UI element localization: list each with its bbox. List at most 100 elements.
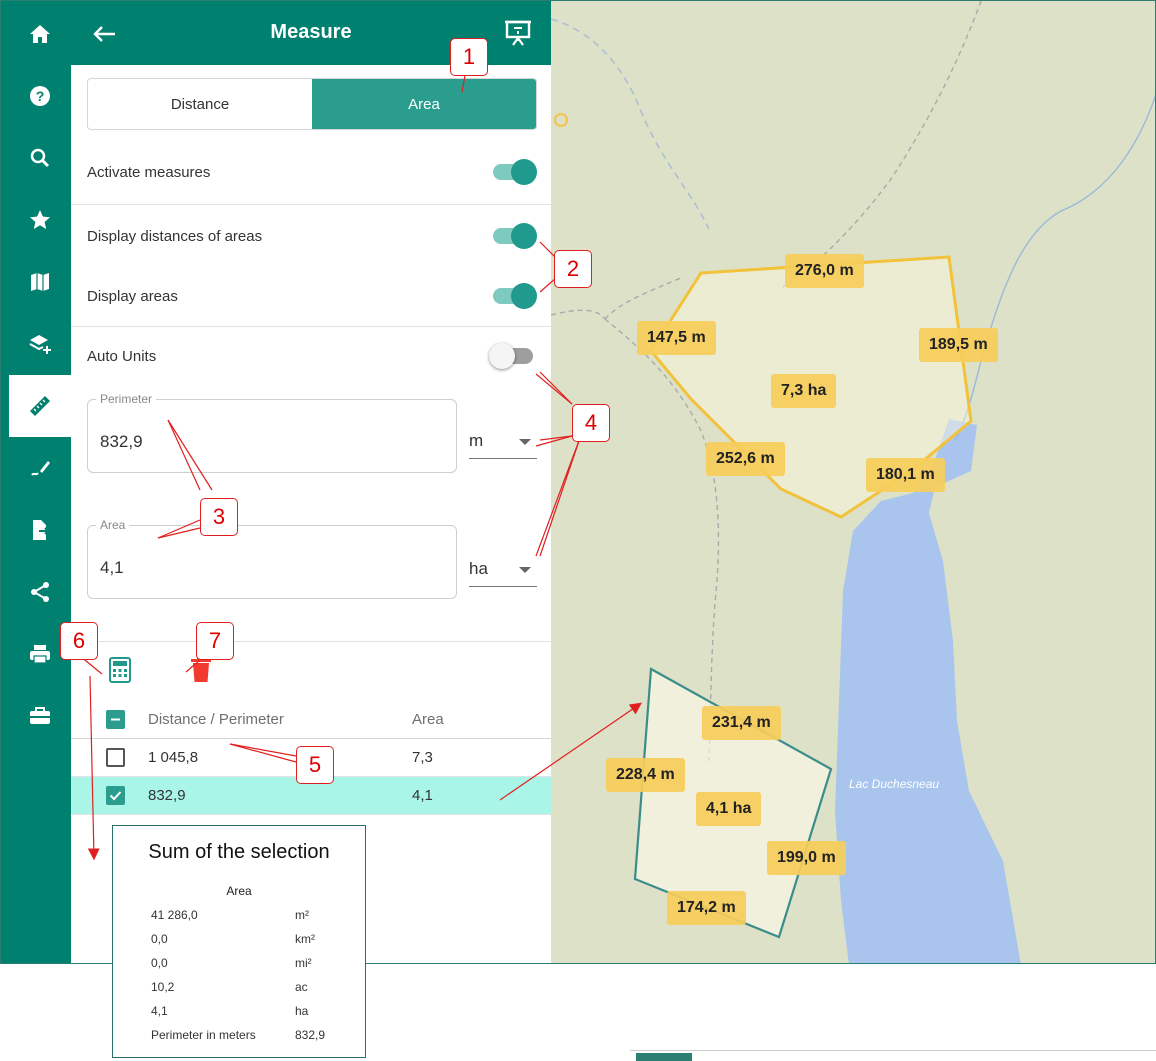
share-button[interactable] — [9, 561, 71, 623]
presentation-icon[interactable] — [503, 17, 533, 47]
draw-icon — [31, 461, 50, 476]
column-header-perimeter: Distance / Perimeter — [148, 711, 284, 728]
annotation-badge: 5 — [296, 746, 334, 784]
svg-text:?: ? — [36, 88, 45, 104]
popup-row: 10,2 ac — [151, 980, 361, 998]
segment-label: 189,5 m — [919, 328, 998, 362]
print-icon — [30, 645, 50, 664]
draw-button[interactable] — [9, 437, 71, 499]
popup-unit: 832,9 — [295, 1028, 326, 1042]
display-areas-row: Display areas — [87, 276, 537, 316]
popup-value: 10,2 — [151, 980, 175, 994]
area-value: 4,1 — [100, 558, 124, 577]
popup-row: 4,1 ha — [151, 1004, 361, 1022]
toolbox-button[interactable] — [9, 685, 71, 747]
favorites-button[interactable] — [9, 189, 71, 251]
map-icon — [31, 273, 49, 291]
partial-window-edge — [630, 1050, 1156, 1061]
add-layer-button[interactable] — [9, 313, 71, 375]
help-icon: ? — [30, 86, 50, 106]
display-distances-toggle[interactable] — [489, 221, 537, 251]
row-checkbox[interactable] — [106, 786, 125, 805]
popup-title: Sum of the selection — [148, 841, 330, 863]
annotation-badge: 6 — [60, 622, 98, 660]
row-perimeter: 1 045,8 — [148, 749, 199, 766]
popup-value: 4,1 — [151, 1004, 168, 1018]
measure-mode-tabs: Distance Area — [87, 78, 537, 130]
select-all-checkbox[interactable] — [106, 710, 125, 729]
toolbox-icon — [30, 707, 50, 724]
popup-unit: mi² — [295, 956, 312, 970]
auto-units-toggle[interactable] — [489, 341, 537, 371]
tab-area[interactable]: Area — [312, 79, 536, 129]
segment-label: 174,2 m — [667, 891, 746, 925]
area-label: 4,1 ha — [696, 792, 762, 826]
perimeter-field-label: Perimeter — [96, 392, 157, 406]
row-perimeter: 832,9 — [148, 787, 186, 804]
area-unit-select[interactable]: ha — [469, 553, 537, 587]
display-areas-toggle[interactable] — [489, 281, 537, 311]
popup-unit: ac — [295, 980, 308, 994]
area-field[interactable]: Area 4,1 — [87, 518, 457, 599]
map-button[interactable] — [9, 251, 71, 313]
auto-units-label: Auto Units — [87, 347, 157, 365]
segment-label: 276,0 m — [785, 254, 864, 288]
popup-row: Perimeter in meters 832,9 — [151, 1028, 361, 1046]
popup-row: 0,0 km² — [151, 932, 361, 950]
display-areas-label: Display areas — [87, 287, 178, 305]
popup-unit: ha — [295, 1004, 309, 1018]
popup-row: 0,0 mi² — [151, 956, 361, 974]
popup-value: 0,0 — [151, 956, 168, 970]
column-header-area: Area — [412, 711, 444, 728]
measure-icon — [30, 396, 50, 416]
segment-label: 147,5 m — [637, 321, 716, 355]
side-toolbar: ? — [1, 1, 71, 963]
measure-button[interactable] — [9, 375, 71, 437]
annotation-badge: 2 — [554, 250, 592, 288]
segment-label: 199,0 m — [767, 841, 846, 875]
popup-value: 41 286,0 — [151, 908, 198, 922]
export-icon — [33, 520, 50, 540]
help-button[interactable]: ? — [9, 65, 71, 127]
export-button[interactable] — [9, 499, 71, 561]
perimeter-unit: m — [469, 431, 484, 450]
search-icon — [30, 148, 50, 168]
calculator-icon[interactable] — [109, 657, 131, 683]
chevron-down-icon — [519, 567, 531, 573]
segment-label: 231,4 m — [702, 706, 781, 740]
area-field-label: Area — [96, 518, 130, 532]
row-area: 4,1 — [412, 787, 433, 804]
annotation-badge: 1 — [450, 38, 488, 76]
search-button[interactable] — [9, 127, 71, 189]
row-area: 7,3 — [412, 749, 433, 766]
row-checkbox[interactable] — [106, 748, 125, 767]
activate-measures-toggle[interactable] — [489, 157, 537, 187]
activate-measures-row: Activate measures — [87, 152, 537, 192]
share-icon — [31, 582, 49, 602]
display-distances-label: Display distances of areas — [87, 227, 263, 245]
display-distances-row: Display distances of areas — [87, 216, 537, 256]
annotation-badge: 7 — [196, 622, 234, 660]
perimeter-unit-select[interactable]: m — [469, 425, 537, 459]
measure-panel: Measure Distance Area Activate measures … — [71, 1, 551, 963]
app-window: ? Measure Distance Area Activate measure… — [0, 0, 1156, 964]
annotation-badge: 3 — [200, 498, 238, 536]
map-view[interactable] — [550, 1, 1156, 964]
divider — [71, 641, 551, 642]
home-button[interactable] — [9, 3, 71, 65]
area-unit: ha — [469, 559, 488, 578]
segment-label: 180,1 m — [866, 458, 945, 492]
annotation-badge: 4 — [572, 404, 610, 442]
map-canvas[interactable] — [550, 1, 1156, 964]
perimeter-value: 832,9 — [100, 432, 143, 451]
perimeter-field[interactable]: Perimeter 832,9 — [87, 392, 457, 473]
popup-row: 41 286,0 m² — [151, 908, 361, 926]
segment-label: 228,4 m — [606, 758, 685, 792]
chevron-down-icon — [519, 439, 531, 445]
lake-name-label: Lac Duchesneau — [849, 777, 940, 791]
tab-distance[interactable]: Distance — [88, 79, 312, 129]
area-label: 7,3 ha — [771, 374, 837, 408]
sum-of-selection-popup: Sum of the selection Area 41 286,0 m² 0,0… — [112, 825, 366, 1058]
popup-header: Area — [226, 884, 252, 898]
add-layer-icon — [29, 335, 51, 354]
